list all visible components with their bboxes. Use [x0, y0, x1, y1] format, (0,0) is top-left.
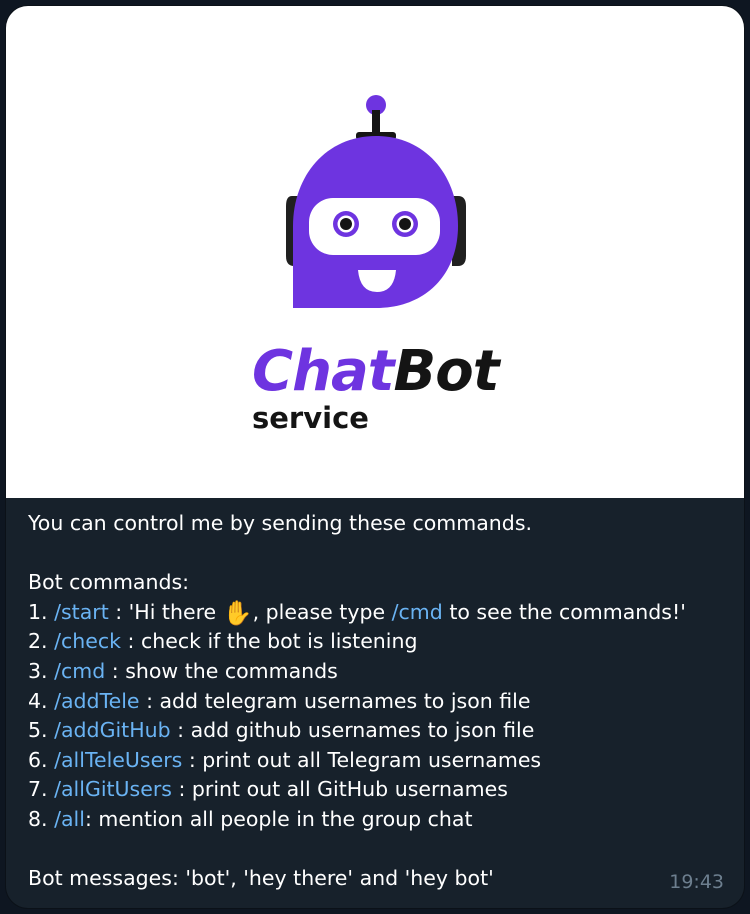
logo-chat-text: Chat: [252, 339, 395, 404]
command-line-4: 4. /addTele : add telegram usernames to …: [28, 687, 728, 717]
command-link-all[interactable]: /all: [54, 807, 85, 831]
message-image[interactable]: ChatBot service: [6, 6, 744, 498]
command-line-3: 3. /cmd : show the commands: [28, 657, 728, 687]
command-link-addgithub[interactable]: /addGitHub: [54, 718, 171, 742]
command-link-cmd-inline[interactable]: /cmd: [392, 600, 443, 624]
command-line-7: 7. /allGitUsers : print out all GitHub u…: [28, 775, 728, 805]
logo-subtitle: service: [252, 401, 369, 435]
command-description: : mention all people in the group chat: [84, 806, 473, 831]
command-link-start[interactable]: /start: [54, 600, 109, 624]
commands-heading: Bot commands:: [28, 570, 190, 595]
command-number: 4.: [28, 688, 55, 713]
intro-line: You can control me by sending these comm…: [28, 511, 533, 535]
command-link-addtele[interactable]: /addTele: [54, 689, 139, 713]
command-link-allgit[interactable]: /allGitUsers: [54, 777, 172, 801]
command-description: : add github usernames to json file: [170, 718, 535, 743]
command-line-6: 6. /allTeleUsers : print out all Telegra…: [28, 746, 728, 776]
command-line-1: 1. /start : 'Hi there ✋, please type /cm…: [28, 598, 728, 628]
command-line-2: 2. /check : check if the bot is listenin…: [28, 627, 728, 657]
command-link-check[interactable]: /check: [54, 629, 121, 653]
command-line-8: 8. /all: mention all people in the group…: [28, 805, 728, 835]
command-description: : check if the bot is listening: [121, 629, 418, 654]
command-number: 5.: [28, 718, 55, 743]
command-number: 7.: [28, 777, 55, 802]
bot-messages-line: Bot messages: 'bot', 'hey there' and 'he…: [28, 866, 494, 891]
message-timestamp: 19:43: [669, 871, 724, 893]
command-description: : 'Hi there: [108, 599, 223, 624]
command-number: 2.: [28, 629, 55, 654]
command-number: 6.: [28, 747, 55, 772]
command-link-alltele[interactable]: /allTeleUsers: [54, 748, 182, 772]
command-description: , please type: [252, 599, 392, 624]
command-number: 8.: [28, 806, 55, 831]
logo-wordmark: ChatBot: [252, 344, 499, 400]
command-description: : add telegram usernames to json file: [139, 688, 531, 713]
command-number: 1.: [28, 599, 55, 624]
raised-hand-icon: ✋: [222, 598, 253, 627]
command-link-cmd[interactable]: /cmd: [54, 659, 105, 683]
command-description: to see the commands!': [442, 599, 686, 624]
robot-logo-icon: [286, 95, 466, 308]
command-line-5: 5. /addGitHub : add github usernames to …: [28, 716, 728, 746]
command-number: 3.: [28, 658, 55, 683]
message-bubble: ChatBot service You can control me by se…: [6, 6, 744, 908]
command-description: : show the commands: [105, 658, 338, 683]
command-description: : print out all Telegram usernames: [182, 747, 542, 772]
logo-bot-text: Bot: [393, 339, 500, 404]
command-description: : print out all GitHub usernames: [171, 777, 508, 802]
message-text: You can control me by sending these comm…: [28, 509, 728, 894]
